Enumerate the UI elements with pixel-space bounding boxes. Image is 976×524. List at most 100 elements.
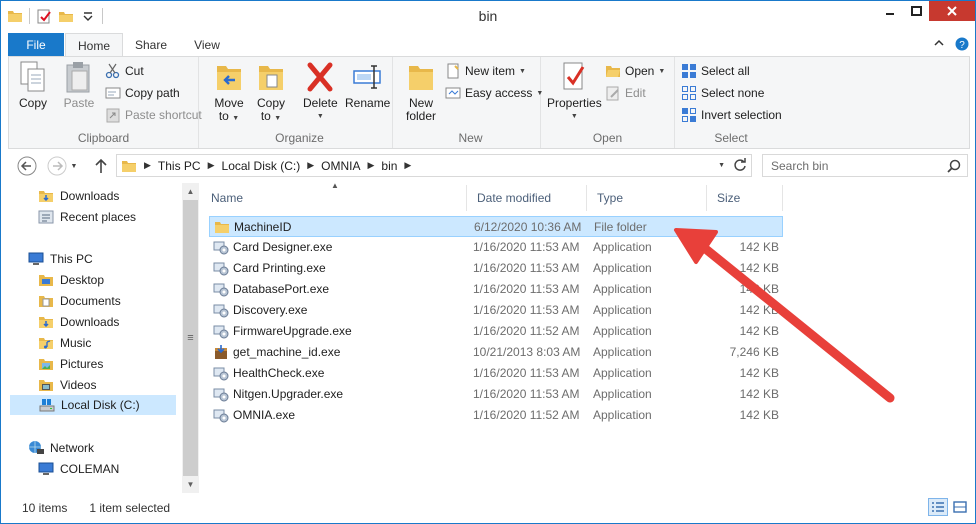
nav-item-recent-places[interactable]: Recent places bbox=[38, 207, 136, 227]
tab-view[interactable]: View bbox=[181, 33, 233, 57]
select-none-button[interactable]: Select none bbox=[681, 83, 764, 103]
minimize-button[interactable] bbox=[877, 1, 903, 21]
scroll-down-icon[interactable]: ▼ bbox=[182, 476, 199, 493]
maximize-button[interactable] bbox=[903, 1, 929, 21]
nav-item-label: This PC bbox=[50, 252, 93, 266]
file-date: 1/16/2020 11:53 AM bbox=[473, 282, 580, 296]
grip-icon: ≡ bbox=[187, 332, 194, 344]
copy-path-button[interactable]: Copy path bbox=[105, 83, 180, 103]
easy-access-icon bbox=[445, 87, 461, 99]
table-row[interactable]: Nitgen.Upgrader.exe 1/16/2020 11:53 AM A… bbox=[209, 384, 783, 405]
details-view-button[interactable] bbox=[928, 498, 948, 516]
table-row[interactable]: FirmwareUpgrade.exe 1/16/2020 11:52 AM A… bbox=[209, 321, 783, 342]
nav-item-coleman[interactable]: COLEMAN bbox=[38, 459, 119, 479]
copy-button[interactable]: Copy bbox=[17, 60, 49, 110]
file-type: Application bbox=[593, 345, 652, 359]
help-icon[interactable]: ? bbox=[955, 37, 969, 51]
expand-ribbon-icon[interactable] bbox=[933, 37, 945, 49]
invert-selection-button[interactable]: Invert selection bbox=[681, 105, 782, 125]
tab-share[interactable]: Share bbox=[125, 33, 177, 57]
delete-button[interactable]: Delete ▼ bbox=[303, 60, 338, 123]
table-row[interactable]: MachineID 6/12/2020 10:36 AM File folder bbox=[209, 216, 783, 237]
file-type: Application bbox=[593, 387, 652, 401]
downloads-folder-icon bbox=[39, 191, 53, 202]
table-row[interactable]: HealthCheck.exe 1/16/2020 11:53 AM Appli… bbox=[209, 363, 783, 384]
navigation-pane-scrollbar[interactable]: ▲ ≡ ▼ bbox=[182, 183, 199, 493]
breadcrumb-this-pc[interactable]: This PC bbox=[158, 159, 201, 173]
nav-item-videos[interactable]: Videos bbox=[38, 375, 96, 395]
chevron-right-icon[interactable]: ▶ bbox=[307, 160, 314, 171]
nav-item-downloads[interactable]: Downloads bbox=[38, 312, 119, 332]
copy-to-label-line2: to ▼ bbox=[261, 110, 281, 125]
chevron-right-icon[interactable]: ▶ bbox=[367, 160, 374, 171]
large-icons-view-icon bbox=[953, 501, 967, 513]
table-row[interactable]: get_machine_id.exe 10/21/2013 8:03 AM Ap… bbox=[209, 342, 783, 363]
column-header-name[interactable]: ▲ Name bbox=[201, 181, 467, 211]
nav-item-network[interactable]: Network bbox=[28, 438, 94, 458]
breadcrumb-local-disk[interactable]: Local Disk (C:) bbox=[222, 159, 301, 173]
nav-item-desktop[interactable]: Desktop bbox=[38, 270, 104, 290]
documents-folder-icon bbox=[39, 296, 53, 307]
search-input[interactable]: Search bin bbox=[762, 154, 968, 177]
chevron-down-icon: ▼ bbox=[232, 115, 240, 122]
back-button[interactable] bbox=[16, 155, 38, 177]
file-size: 142 KB bbox=[739, 282, 779, 296]
chevron-right-icon[interactable]: ▶ bbox=[404, 160, 411, 171]
nav-item-music[interactable]: Music bbox=[38, 333, 91, 353]
address-history-chevron-icon[interactable]: ▼ bbox=[718, 162, 725, 169]
properties-button[interactable]: Properties ▼ bbox=[547, 60, 602, 123]
paste-shortcut-button[interactable]: Paste shortcut bbox=[105, 105, 202, 125]
tab-file[interactable]: File bbox=[8, 33, 64, 57]
new-folder-button[interactable]: New folder bbox=[405, 60, 437, 123]
column-header-date-modified[interactable]: Date modified bbox=[467, 185, 587, 211]
scroll-up-icon[interactable]: ▲ bbox=[182, 183, 199, 200]
table-row[interactable]: OMNIA.exe 1/16/2020 11:52 AM Application… bbox=[209, 405, 783, 426]
address-bar[interactable]: ▶ This PC ▶ Local Disk (C:) ▶ OMNIA ▶ bi… bbox=[116, 154, 752, 177]
nav-item-label: COLEMAN bbox=[60, 462, 120, 476]
select-all-button[interactable]: Select all bbox=[681, 61, 750, 81]
recent-places-icon bbox=[38, 210, 54, 224]
table-row[interactable]: Card Designer.exe 1/16/2020 11:53 AM App… bbox=[209, 237, 783, 258]
column-header-size[interactable]: Size bbox=[707, 185, 783, 211]
table-row[interactable]: Discovery.exe 1/16/2020 11:53 AM Applica… bbox=[209, 300, 783, 321]
easy-access-button[interactable]: Easy access ▼ bbox=[445, 83, 543, 103]
nav-item-this-pc[interactable]: This PC bbox=[28, 249, 93, 269]
forward-button[interactable] bbox=[46, 155, 68, 177]
recent-locations-button[interactable]: ▼ bbox=[68, 155, 80, 177]
chevron-right-icon: ▶ bbox=[144, 160, 151, 170]
file-size: 7,246 KB bbox=[729, 345, 779, 359]
new-group: New folder New item ▼ Easy access ▼ New bbox=[401, 57, 543, 148]
rename-button[interactable]: Rename bbox=[345, 60, 390, 110]
cut-button[interactable]: Cut bbox=[105, 61, 144, 81]
file-date: 1/16/2020 11:53 AM bbox=[473, 387, 580, 401]
breadcrumb-omnia[interactable]: OMNIA bbox=[321, 159, 360, 173]
chevron-right-icon[interactable]: ▶ bbox=[208, 160, 215, 171]
rename-label: Rename bbox=[345, 96, 391, 110]
easy-access-label: Easy access bbox=[465, 86, 533, 100]
copy-to-button[interactable]: Copy to ▼ bbox=[255, 60, 287, 125]
table-row[interactable]: DatabasePort.exe 1/16/2020 11:53 AM Appl… bbox=[209, 279, 783, 300]
paste-button[interactable]: Paste bbox=[63, 60, 95, 110]
chevron-down-icon: ▼ bbox=[519, 67, 526, 75]
nav-item-pictures[interactable]: Pictures bbox=[38, 354, 103, 374]
move-to-button[interactable]: Move to ▼ bbox=[213, 60, 245, 125]
column-header-type[interactable]: Type bbox=[587, 185, 707, 211]
table-row[interactable]: Card Printing.exe 1/16/2020 11:53 AM App… bbox=[209, 258, 783, 279]
open-button[interactable]: Open ▼ bbox=[605, 61, 665, 81]
nav-item-downloads-favorite[interactable]: Downloads bbox=[38, 186, 119, 206]
properties-label: Properties bbox=[547, 96, 602, 110]
breadcrumb-bin[interactable]: bin bbox=[381, 159, 397, 173]
close-button[interactable] bbox=[929, 1, 975, 21]
new-item-button[interactable]: New item ▼ bbox=[445, 61, 526, 81]
edit-button[interactable]: Edit bbox=[605, 83, 646, 103]
large-icons-view-button[interactable] bbox=[950, 498, 970, 516]
refresh-icon[interactable] bbox=[733, 158, 747, 172]
tab-home[interactable]: Home bbox=[65, 33, 123, 57]
select-all-icon bbox=[682, 64, 696, 78]
up-button[interactable] bbox=[90, 155, 112, 177]
file-date: 1/16/2020 11:53 AM bbox=[473, 240, 580, 254]
nav-item-documents[interactable]: Documents bbox=[38, 291, 121, 311]
new-folder-icon bbox=[409, 66, 433, 90]
nav-item-local-disk[interactable]: Local Disk (C:) bbox=[10, 395, 176, 415]
scrollbar-thumb[interactable]: ≡ bbox=[183, 200, 198, 476]
